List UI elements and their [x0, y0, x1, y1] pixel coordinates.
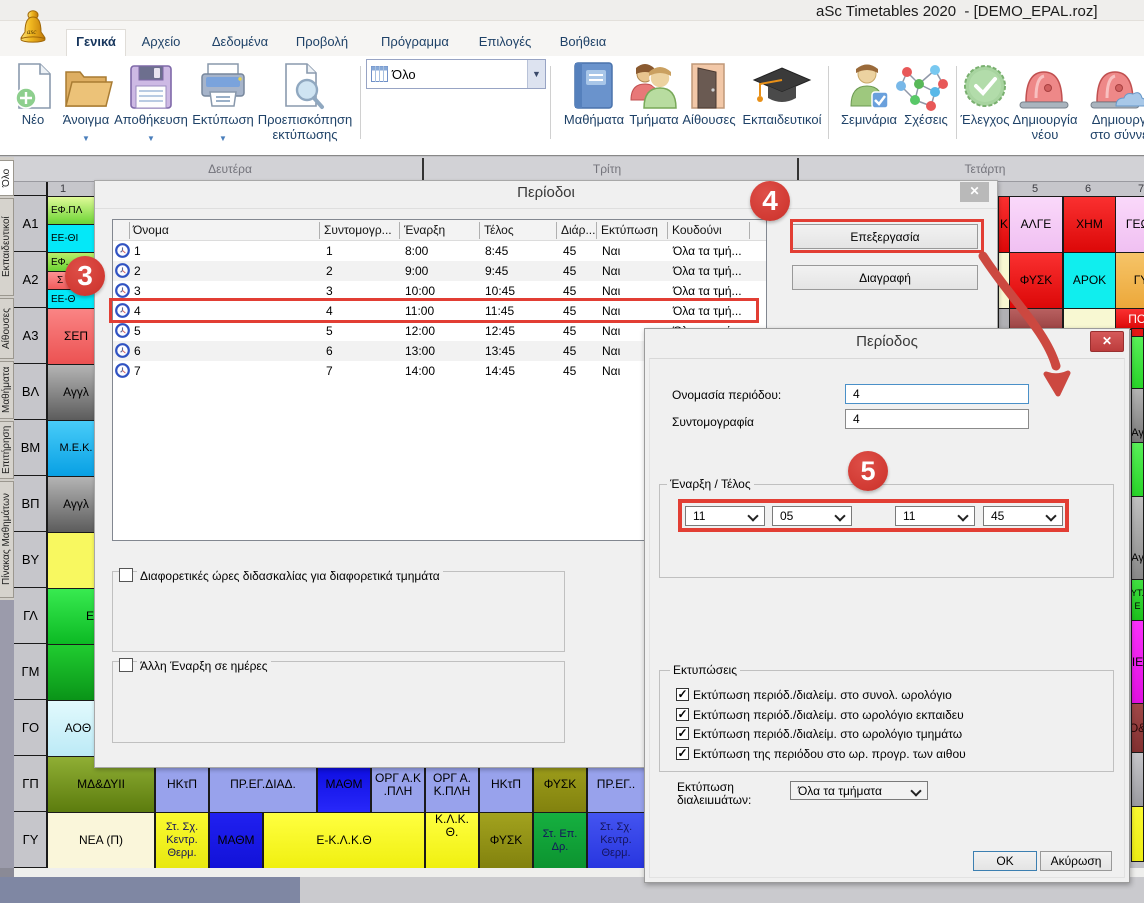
svg-text:asc: asc — [27, 28, 37, 36]
